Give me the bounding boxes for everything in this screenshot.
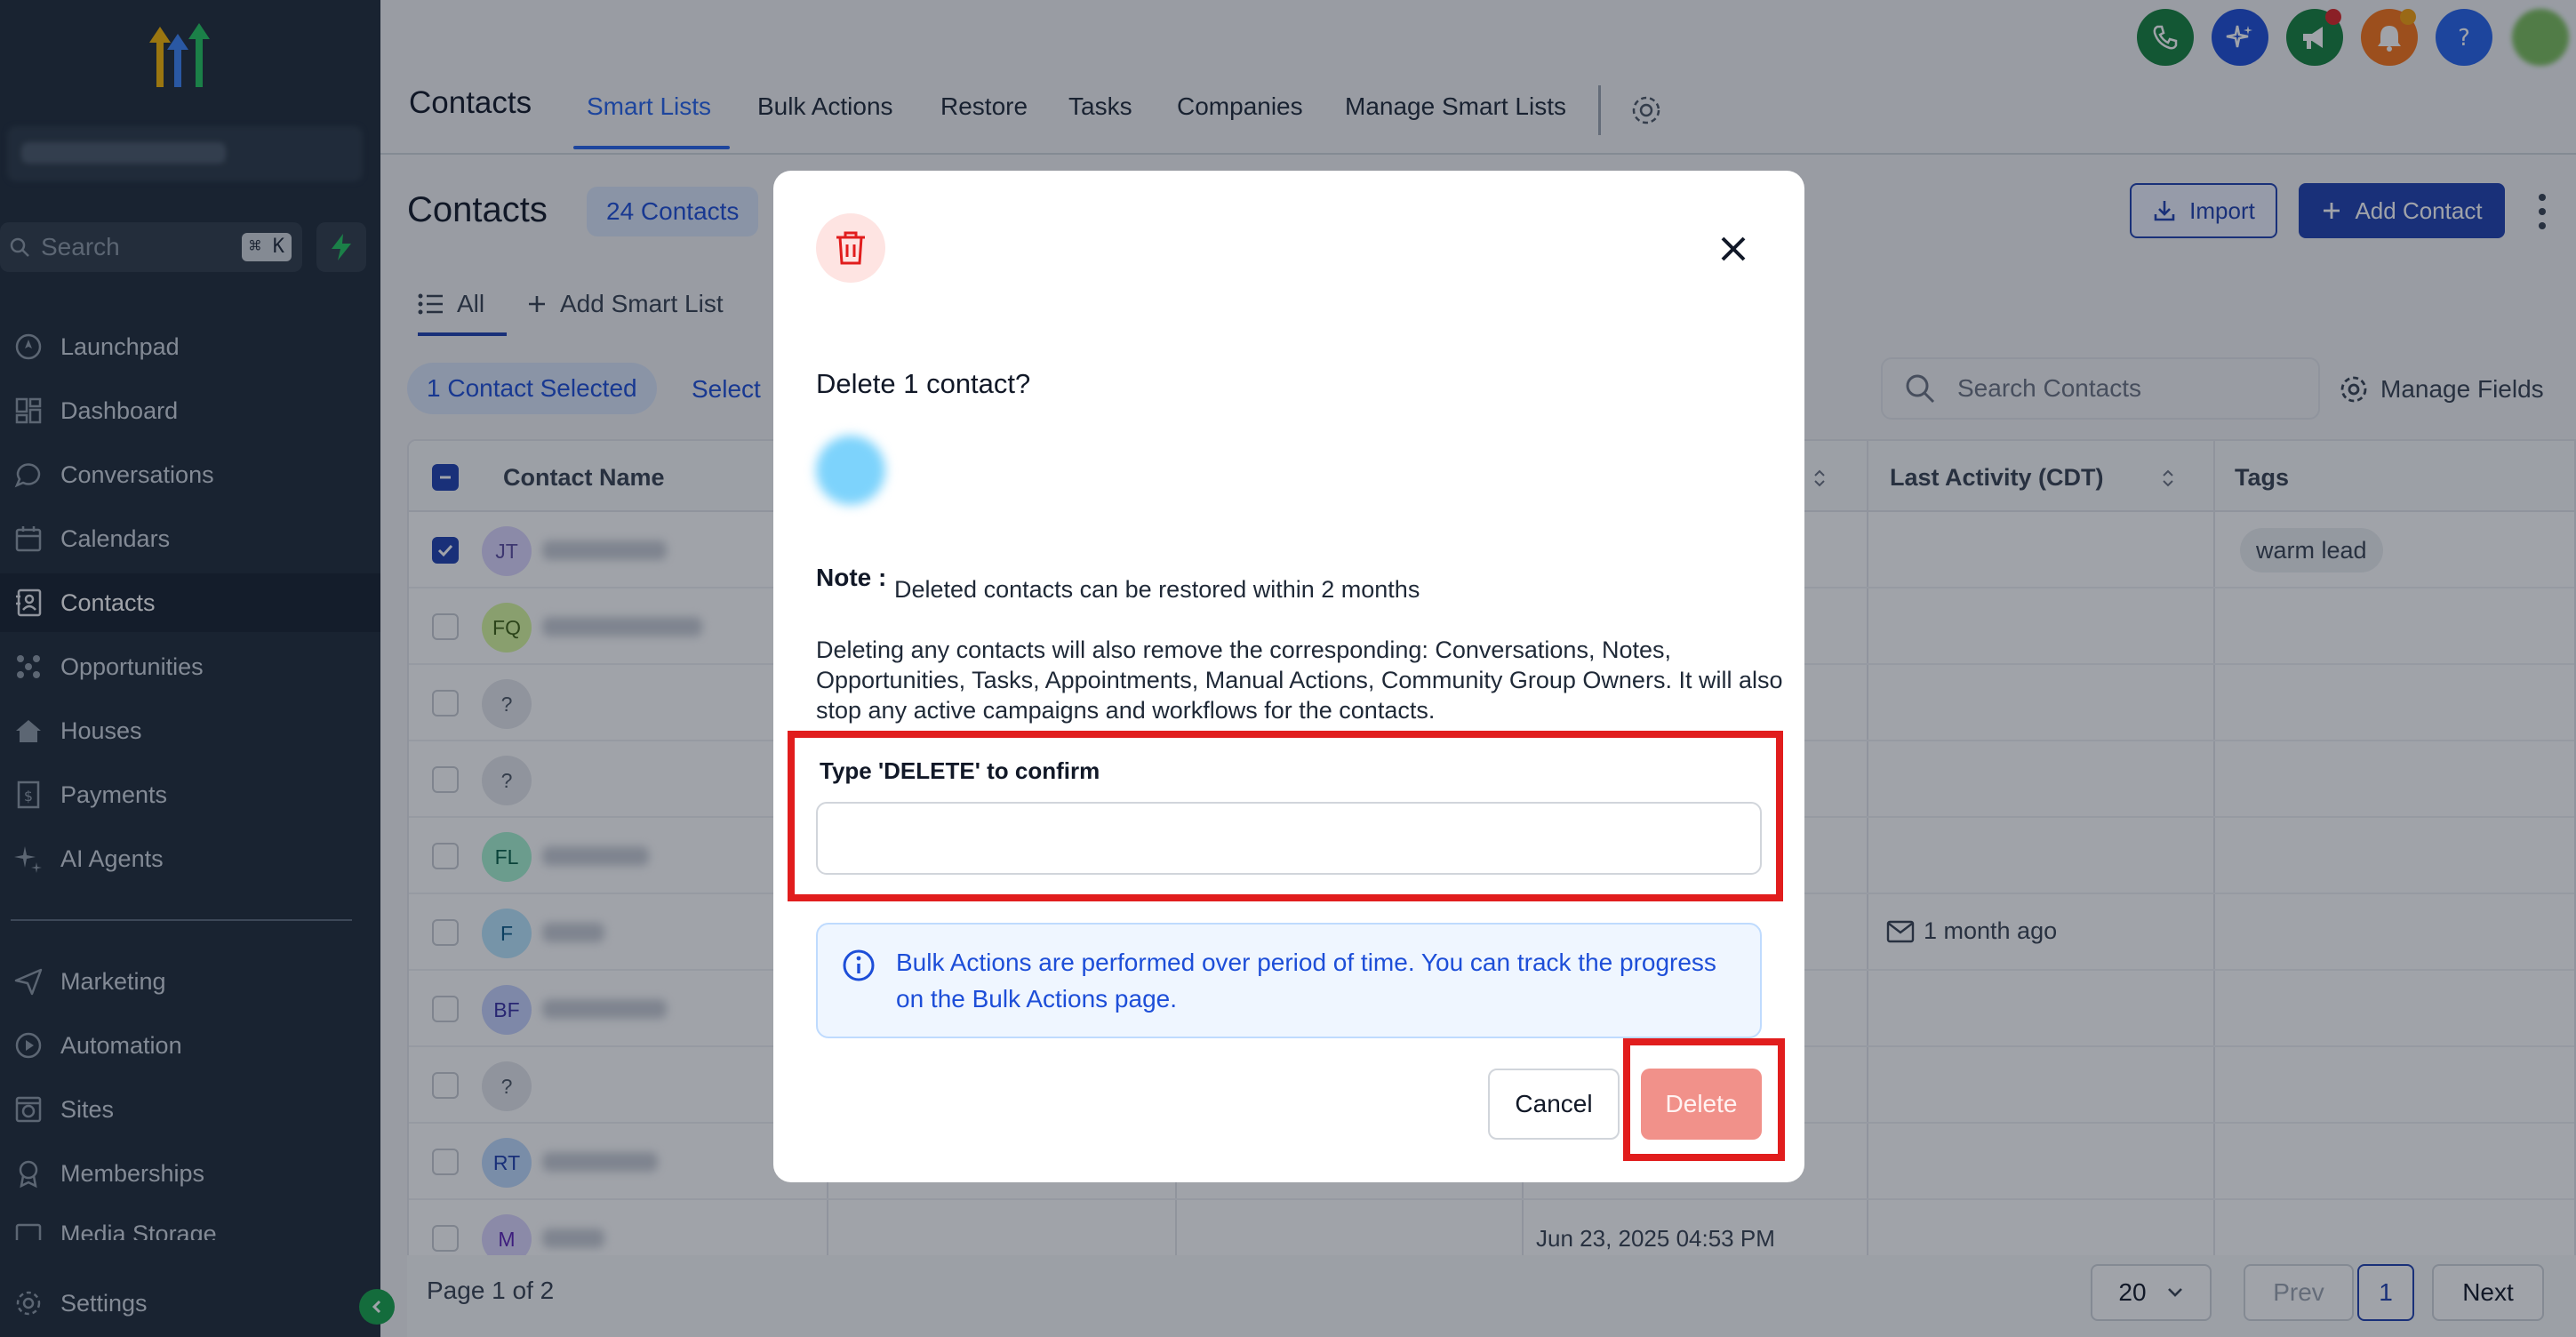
- cancel-button[interactable]: Cancel: [1488, 1069, 1620, 1140]
- info-icon: [843, 949, 875, 981]
- bulk-actions-info-banner: Bulk Actions are performed over period o…: [816, 923, 1762, 1038]
- note-label: Note :: [816, 564, 887, 591]
- dialog-title: Delete 1 contact?: [816, 368, 1031, 399]
- info-text: Bulk Actions are performed over period o…: [896, 949, 1716, 1013]
- app-root: Search ⌘ K Launchpad Dashboard Conversat…: [0, 0, 2576, 1337]
- delete-contact-dialog: Delete 1 contact? Note : Deleted contact…: [773, 171, 1804, 1182]
- deletion-warning-text: Deleting any contacts will also remove t…: [816, 636, 1783, 724]
- contact-avatar-redacted: [816, 436, 885, 505]
- note-text: Deleted contacts can be restored within …: [894, 576, 1420, 603]
- close-icon[interactable]: [1714, 229, 1753, 268]
- trash-icon: [836, 231, 865, 265]
- trash-icon-badge: [816, 213, 885, 283]
- highlight-box: [1623, 1038, 1785, 1161]
- highlight-box: [788, 731, 1783, 901]
